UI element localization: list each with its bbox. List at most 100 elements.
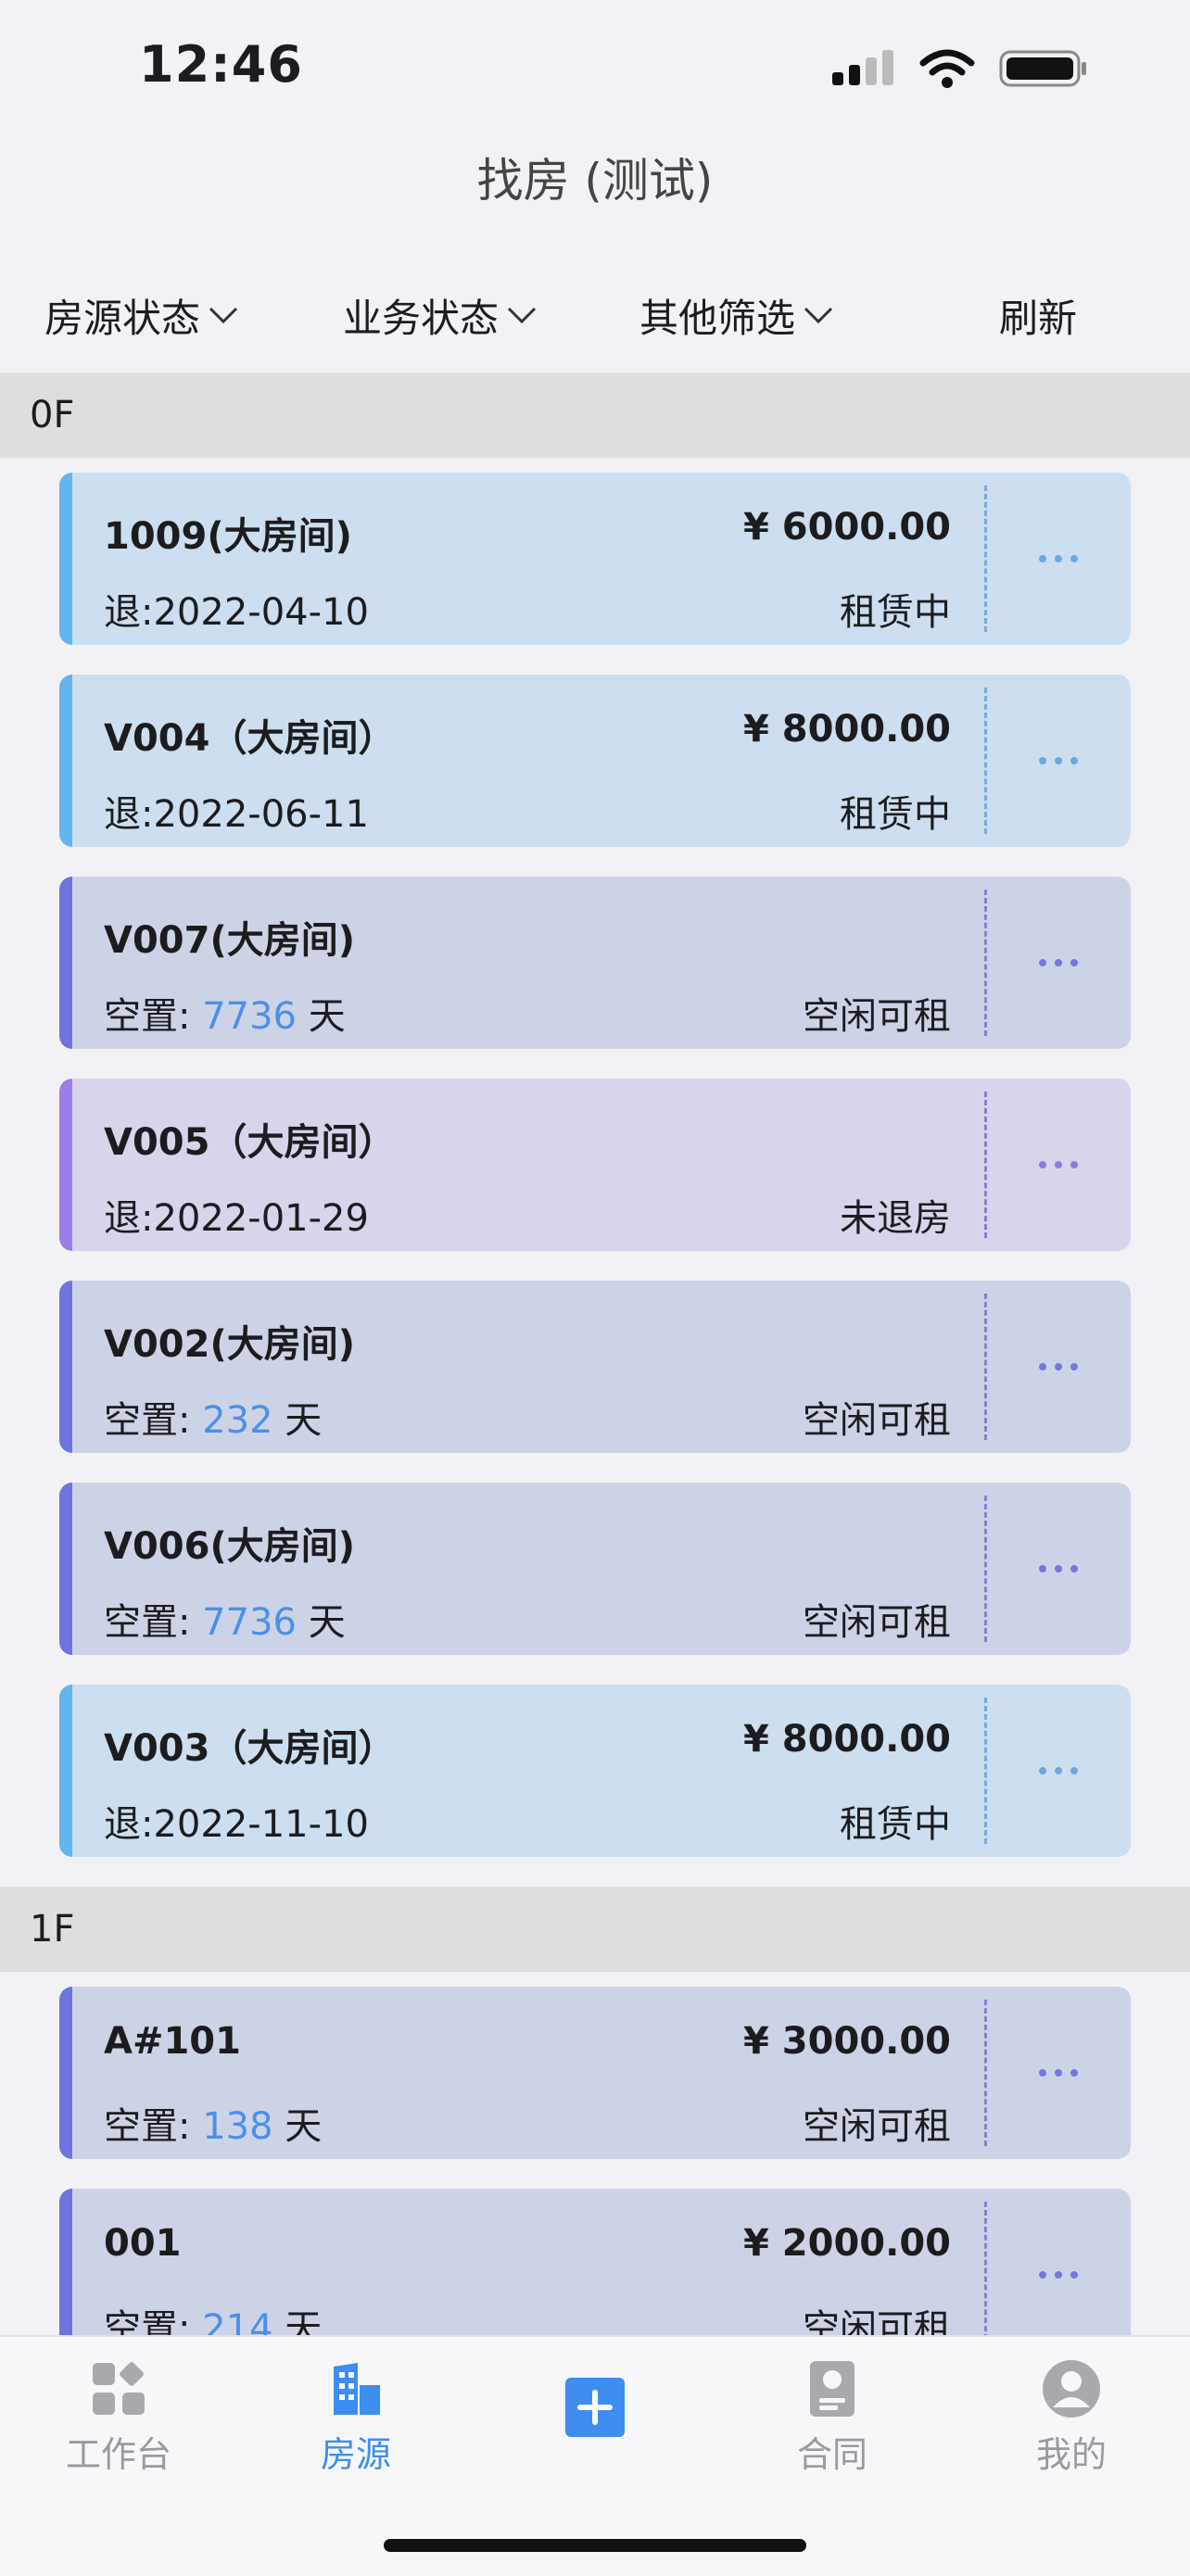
room-name: 1009(大房间) — [104, 515, 352, 558]
status-bar: 12:46 — [0, 0, 1190, 139]
tab-label: 我的 — [1035, 2434, 1107, 2475]
section-header-0f: 0F — [0, 373, 1190, 458]
room-status: 租赁中 — [840, 793, 951, 836]
room-card[interactable]: V004（大房间） ¥ 8000.00 退:2022-06-11 租赁中 — [59, 675, 1131, 847]
more-button[interactable] — [986, 675, 1131, 847]
room-name: V007(大房间) — [104, 919, 356, 962]
more-button[interactable] — [986, 2189, 1131, 2335]
filter-business-status[interactable]: 业务状态 — [343, 278, 538, 352]
checkout-date: 退:2022-04-10 — [104, 591, 369, 634]
vacancy-prefix: 空置: — [104, 995, 191, 1038]
tab-label: 工作台 — [65, 2434, 171, 2475]
status-bar-accent — [59, 877, 72, 1049]
room-card[interactable]: V002(大房间) 空置: 232 天 空闲可租 — [59, 1281, 1131, 1453]
room-name: 001 — [104, 2222, 182, 2265]
vacancy-info: 空置: 214 天 — [104, 2298, 322, 2335]
vacancy-prefix: 空置: — [104, 2307, 191, 2335]
status-bar-accent — [59, 473, 72, 645]
room-status: 未退房 — [840, 1197, 951, 1240]
battery-icon — [999, 50, 1086, 87]
room-price: ¥ 6000.00 — [743, 506, 951, 549]
more-button[interactable] — [986, 877, 1131, 1049]
filter-other-label: 其他筛选 — [639, 295, 796, 341]
vacancy-suffix: 天 — [285, 1399, 323, 1442]
room-name: V006(大房间) — [104, 1525, 356, 1568]
room-card[interactable]: 001 ¥ 2000.00 空置: 214 天 空闲可租 — [59, 2189, 1131, 2335]
more-dots-icon — [1039, 555, 1078, 562]
more-dots-icon — [1039, 959, 1078, 966]
tab-workbench[interactable]: 工作台 — [44, 2359, 193, 2477]
room-card[interactable]: V006(大房间) 空置: 7736 天 空闲可租 — [59, 1483, 1131, 1655]
filter-other[interactable]: 其他筛选 — [639, 278, 834, 352]
room-price: ¥ 2000.00 — [743, 2222, 951, 2265]
add-button[interactable] — [521, 2378, 669, 2437]
room-price: ¥ 8000.00 — [743, 1718, 951, 1761]
more-dots-icon — [1039, 1161, 1078, 1168]
checkout-date: 退:2022-06-11 — [104, 793, 369, 836]
chevron-down-icon — [209, 307, 238, 324]
vacancy-prefix: 空置: — [104, 1601, 191, 1644]
more-button[interactable] — [986, 473, 1131, 645]
status-bar-accent — [59, 1987, 72, 2159]
room-name: V003（大房间） — [104, 1727, 396, 1770]
vacancy-days: 7736 — [202, 995, 297, 1038]
filter-business-status-label: 业务状态 — [343, 295, 500, 341]
more-button[interactable] — [986, 1987, 1131, 2159]
more-button[interactable] — [986, 1079, 1131, 1251]
vacancy-days: 232 — [202, 1399, 273, 1442]
vacancy-info: 空置: 7736 天 — [104, 986, 346, 1040]
vacancy-prefix: 空置: — [104, 2105, 191, 2148]
status-bar-accent — [59, 2189, 72, 2335]
room-name: A#101 — [104, 2020, 241, 2063]
vacancy-info: 空置: 138 天 — [104, 2096, 322, 2150]
room-card[interactable]: 1009(大房间) ¥ 6000.00 退:2022-04-10 租赁中 — [59, 473, 1131, 645]
home-indicator — [384, 2539, 806, 2552]
tab-label: 合同 — [796, 2434, 867, 2475]
room-card[interactable]: A#101 ¥ 3000.00 空置: 138 天 空闲可租 — [59, 1987, 1131, 2159]
more-dots-icon — [1039, 757, 1078, 764]
more-button[interactable] — [986, 1685, 1131, 1857]
more-dots-icon — [1039, 1363, 1078, 1370]
vacancy-suffix: 天 — [308, 1601, 346, 1644]
room-status: 空闲可租 — [803, 1601, 951, 1644]
user-avatar-icon — [1043, 2360, 1100, 2418]
more-dots-icon — [1039, 1565, 1078, 1572]
vacancy-prefix: 空置: — [104, 1399, 191, 1442]
tab-label: 房源 — [320, 2434, 391, 2475]
contract-icon — [810, 2361, 855, 2417]
building-icon — [334, 2363, 380, 2415]
more-dots-icon — [1039, 1767, 1078, 1774]
room-name: V004（大房间） — [104, 717, 396, 760]
more-dots-icon — [1039, 2069, 1078, 2077]
more-button[interactable] — [986, 1281, 1131, 1453]
grid-widget-icon — [93, 2362, 145, 2415]
tab-contracts[interactable]: 合同 — [758, 2359, 906, 2477]
tab-bar: 工作台 房源 合同 我的 — [0, 2335, 1190, 2576]
vacancy-days: 7736 — [202, 1601, 297, 1644]
room-name: V005（大房间） — [104, 1121, 396, 1164]
vacancy-info: 空置: 7736 天 — [104, 1592, 346, 1646]
room-status: 租赁中 — [840, 1803, 951, 1846]
checkout-date: 退:2022-11-10 — [104, 1803, 369, 1846]
filter-listing-status[interactable]: 房源状态 — [44, 278, 239, 352]
tab-mine[interactable]: 我的 — [997, 2359, 1146, 2477]
page-title: 找房 (测试) — [476, 154, 714, 208]
chevron-down-icon — [507, 307, 537, 324]
filter-bar: 房源状态 业务状态 其他筛选 刷新 — [0, 278, 1190, 352]
refresh-button[interactable]: 刷新 — [999, 278, 1077, 352]
vacancy-days: 214 — [202, 2307, 273, 2335]
more-button[interactable] — [986, 1483, 1131, 1655]
cellular-signal-icon — [832, 50, 893, 85]
room-card[interactable]: V003（大房间） ¥ 8000.00 退:2022-11-10 租赁中 — [59, 1685, 1131, 1857]
vacancy-suffix: 天 — [308, 995, 346, 1038]
chevron-down-icon — [804, 307, 833, 324]
checkout-date: 退:2022-01-29 — [104, 1197, 369, 1240]
room-list: 0F 1009(大房间) ¥ 6000.00 退:2022-04-10 租赁中 … — [0, 373, 1190, 2335]
status-bar-accent — [59, 1079, 72, 1251]
room-name: V002(大房间) — [104, 1323, 356, 1366]
room-card[interactable]: V007(大房间) 空置: 7736 天 空闲可租 — [59, 877, 1131, 1049]
room-status: 空闲可租 — [803, 995, 951, 1038]
room-card[interactable]: V005（大房间） 退:2022-01-29 未退房 — [59, 1079, 1131, 1251]
tab-listings[interactable]: 房源 — [282, 2359, 430, 2477]
plus-icon — [565, 2378, 625, 2437]
